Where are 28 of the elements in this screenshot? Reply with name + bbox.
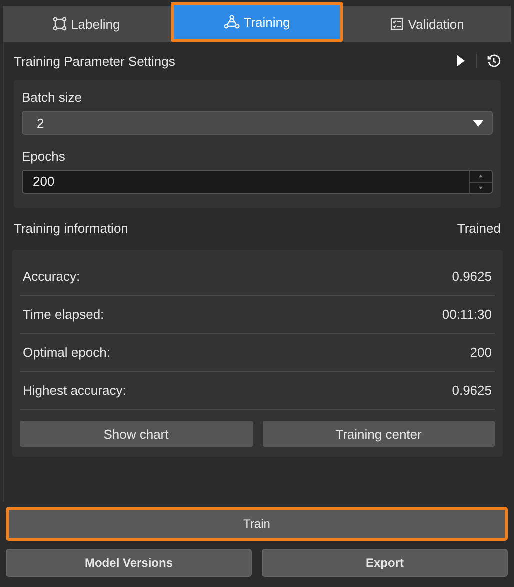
metric-label: Accuracy: xyxy=(23,269,80,284)
dropdown[interactable]: 2 xyxy=(22,111,493,135)
caret-icon xyxy=(473,120,484,126)
status-text: Trained xyxy=(457,220,501,236)
history-icon[interactable] xyxy=(487,54,501,68)
field-label: Batch size xyxy=(22,90,83,105)
metric-value: 200 xyxy=(470,345,492,360)
field-label: Epochs xyxy=(22,149,66,164)
action-button[interactable]: Show chart xyxy=(20,421,252,447)
action-button[interactable]: Export xyxy=(262,549,508,577)
section-title: Training Parameter Settings xyxy=(14,54,176,68)
action-button[interactable]: Model Versions xyxy=(6,549,252,577)
metric-label: Highest accuracy: xyxy=(23,383,126,398)
tab[interactable]: Training xyxy=(171,2,343,42)
network-triangle-icon xyxy=(224,15,240,29)
train-button[interactable]: Train xyxy=(6,507,508,541)
metric-value: 00:11:30 xyxy=(442,307,492,322)
bounding-box-icon xyxy=(53,17,68,31)
metric-value: 0.9625 xyxy=(452,383,492,398)
metric-label: Optimal epoch: xyxy=(23,345,110,360)
metric-value: 0.9625 xyxy=(452,269,492,284)
tab[interactable]: Labeling xyxy=(4,6,170,42)
section-title: Training information xyxy=(14,220,128,236)
action-button[interactable]: Training center xyxy=(262,421,495,447)
tab[interactable]: Validation xyxy=(344,6,510,42)
play-icon[interactable] xyxy=(456,55,466,67)
metric-label: Time elapsed: xyxy=(23,307,104,322)
checklist-icon xyxy=(390,17,404,31)
